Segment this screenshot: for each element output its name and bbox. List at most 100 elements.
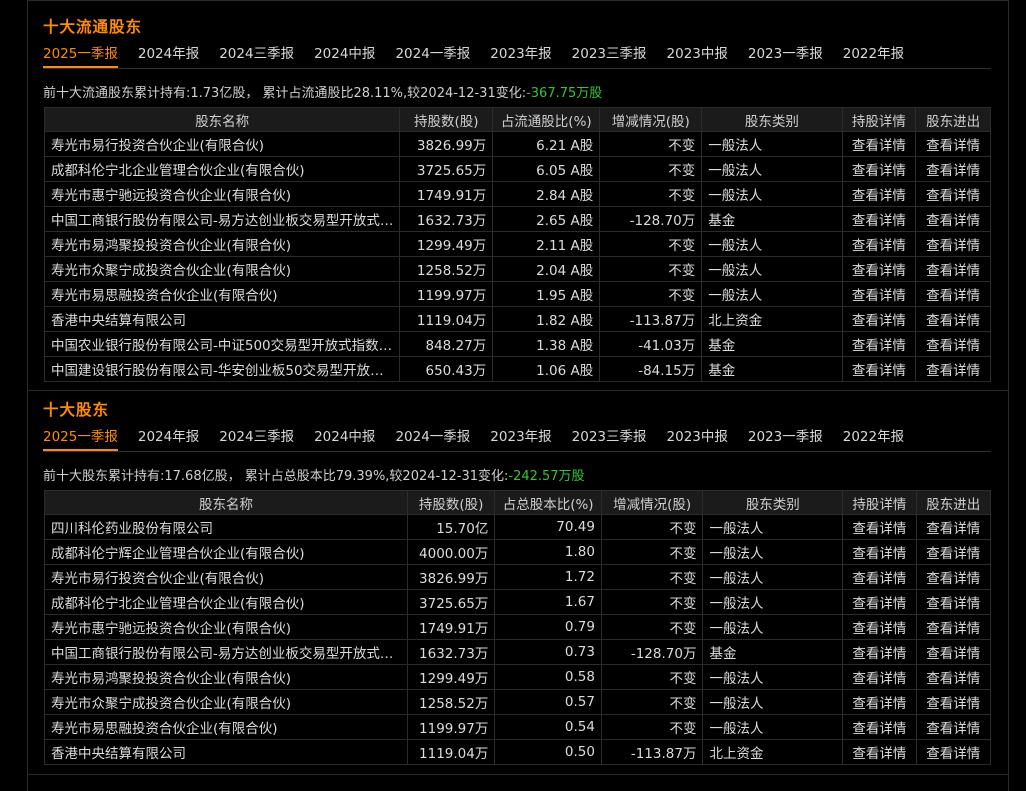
holder-inout-link[interactable]: 查看详情 [915, 206, 991, 232]
holder-inout-link[interactable]: 查看详情 [915, 514, 992, 540]
holder-inout-link[interactable]: 查看详情 [915, 181, 991, 207]
holder-inout-link[interactable]: 查看详情 [915, 306, 991, 332]
section-title: 十大流通股东 [43, 18, 143, 36]
holding-detail-link[interactable]: 查看详情 [842, 614, 917, 640]
holder-inout-link[interactable]: 查看详情 [915, 331, 991, 357]
tab-2024q1[interactable]: 2024一季报 [395, 427, 470, 449]
shares-held: 4000.00万 [406, 539, 496, 565]
holding-detail-link[interactable]: 查看详情 [841, 306, 917, 332]
holder-inout-link[interactable]: 查看详情 [915, 739, 992, 765]
share-change: 不变 [600, 714, 704, 740]
col-header-name[interactable]: 股东名称 [43, 107, 401, 132]
tab-2022-annual[interactable]: 2022年报 [843, 427, 904, 449]
holding-ratio: 2.65 A股 [492, 206, 601, 232]
holder-type: 一般法人 [701, 181, 843, 207]
holder-inout-link[interactable]: 查看详情 [915, 664, 992, 690]
shares-held: 650.43万 [399, 356, 494, 382]
table-row: 成都科伦宁北企业管理合伙企业(有限合伙) 3725.65万 1.67 不变 一般法人 查看… [44, 589, 992, 615]
col-header-type: 股东类别 [702, 490, 844, 515]
holding-detail-link[interactable]: 查看详情 [841, 231, 917, 257]
table-row: 寿光市众聚宁成投资合伙企业(有限合伙) 1258.52万 2.04 A股 不变 一般法人… [43, 256, 991, 282]
col-header-name[interactable]: 股东名称 [44, 490, 408, 515]
holding-detail-link[interactable]: 查看详情 [841, 156, 917, 182]
table-row: 寿光市惠宁驰远投资合伙企业(有限合伙) 1749.91万 2.84 A股 不变 一般法人… [43, 181, 991, 207]
share-change: -41.03万 [599, 331, 703, 357]
holding-detail-link[interactable]: 查看详情 [841, 181, 917, 207]
holding-ratio: 1.38 A股 [492, 331, 601, 357]
holding-detail-link[interactable]: 查看详情 [841, 331, 917, 357]
tab-2024-annual[interactable]: 2024年报 [138, 44, 199, 66]
holder-inout-link[interactable]: 查看详情 [915, 714, 992, 740]
tab-2023-annual[interactable]: 2023年报 [490, 44, 551, 66]
holding-detail-link[interactable]: 查看详情 [841, 356, 917, 382]
tab-2025q1[interactable]: 2025一季报 [43, 44, 118, 68]
holder-inout-link[interactable]: 查看详情 [915, 231, 991, 257]
holder-inout-link[interactable]: 查看详情 [915, 256, 991, 282]
holding-detail-link[interactable]: 查看详情 [841, 131, 917, 157]
holder-inout-link[interactable]: 查看详情 [915, 614, 992, 640]
tab-2023q3[interactable]: 2023三季报 [572, 427, 647, 449]
holder-inout-link[interactable]: 查看详情 [915, 281, 991, 307]
holdings-summary: 前十大股东累计持有:17.68亿股， 累计占总股本比79.39%,较2024-1… [43, 465, 585, 484]
holding-detail-link[interactable]: 查看详情 [842, 689, 917, 715]
tab-2023q3[interactable]: 2023三季报 [572, 44, 647, 66]
holder-inout-link[interactable]: 查看详情 [915, 639, 992, 665]
shares-held: 1632.73万 [399, 206, 494, 232]
shares-held: 1199.97万 [406, 714, 496, 740]
col-header-ratio[interactable]: 占总股本比(%) [494, 490, 602, 515]
tab-2024-interim[interactable]: 2024中报 [314, 427, 375, 449]
holder-inout-link[interactable]: 查看详情 [915, 539, 992, 565]
holder-inout-link[interactable]: 查看详情 [915, 131, 991, 157]
tab-2023-interim[interactable]: 2023中报 [667, 44, 728, 66]
holding-ratio: 0.58 [494, 664, 602, 690]
holding-ratio: 2.04 A股 [492, 256, 601, 282]
holding-detail-link[interactable]: 查看详情 [842, 514, 917, 540]
holding-detail-link[interactable]: 查看详情 [842, 714, 917, 740]
total-holders-table: 股东名称 持股数(股) 占总股本比(%) 增减情况(股) 股东类别 持股详情 股… [44, 490, 992, 765]
tab-2023-interim[interactable]: 2023中报 [667, 427, 728, 449]
holder-name: 中国农业银行股份有限公司-中证500交易型开放式指数证券投资基金 [43, 331, 401, 357]
holder-inout-link[interactable]: 查看详情 [915, 564, 992, 590]
tab-2024-annual[interactable]: 2024年报 [138, 427, 199, 449]
tab-2024-interim[interactable]: 2024中报 [314, 44, 375, 66]
tab-2023q1[interactable]: 2023一季报 [748, 44, 823, 66]
holder-type: 一般法人 [702, 664, 844, 690]
holding-detail-link[interactable]: 查看详情 [842, 639, 917, 665]
col-header-change[interactable]: 增减情况(股) [600, 490, 704, 515]
tab-2024q3[interactable]: 2024三季报 [219, 427, 294, 449]
col-header-ratio[interactable]: 占流通股比(%) [492, 107, 601, 132]
holder-inout-link[interactable]: 查看详情 [915, 356, 991, 382]
holder-type: 一般法人 [702, 714, 844, 740]
col-header-shares[interactable]: 持股数(股) [399, 107, 494, 132]
tab-2025q1[interactable]: 2025一季报 [43, 427, 118, 451]
col-header-shares[interactable]: 持股数(股) [406, 490, 496, 515]
tab-2022-annual[interactable]: 2022年报 [843, 44, 904, 66]
holder-inout-link[interactable]: 查看详情 [915, 156, 991, 182]
section-divider [28, 390, 1008, 391]
holding-detail-link[interactable]: 查看详情 [842, 589, 917, 615]
holding-detail-link[interactable]: 查看详情 [841, 206, 917, 232]
col-header-change[interactable]: 增减情况(股) [599, 107, 703, 132]
holder-inout-link[interactable]: 查看详情 [915, 689, 992, 715]
tab-2024q1[interactable]: 2024一季报 [395, 44, 470, 66]
table-row: 寿光市惠宁驰远投资合伙企业(有限合伙) 1749.91万 0.79 不变 一般法人 查看详… [44, 614, 992, 640]
col-header-type: 股东类别 [701, 107, 843, 132]
holding-detail-link[interactable]: 查看详情 [841, 256, 917, 282]
holding-detail-link[interactable]: 查看详情 [842, 564, 917, 590]
holding-detail-link[interactable]: 查看详情 [841, 281, 917, 307]
holding-detail-link[interactable]: 查看详情 [842, 664, 917, 690]
shares-held: 1119.04万 [406, 739, 496, 765]
holding-detail-link[interactable]: 查看详情 [842, 539, 917, 565]
tab-2023q1[interactable]: 2023一季报 [748, 427, 823, 449]
holder-name: 寿光市易思融投资合伙企业(有限合伙) [44, 714, 408, 740]
tab-2024q3[interactable]: 2024三季报 [219, 44, 294, 66]
holder-type: 一般法人 [701, 131, 843, 157]
holding-detail-link[interactable]: 查看详情 [842, 739, 917, 765]
table-row: 香港中央结算有限公司 1119.04万 1.82 A股 -113.87万 北上资金 查看详… [43, 306, 991, 332]
share-change: 不变 [599, 231, 703, 257]
tab-2023-annual[interactable]: 2023年报 [490, 427, 551, 449]
table-row: 寿光市易行投资合伙企业(有限合伙) 3826.99万 6.21 A股 不变 一般法人 查看… [43, 131, 991, 157]
shareholders-panel: 十大流通股东 2025一季报 2024年报 2024三季报 2024中报 2024一季报… [27, 0, 1009, 791]
holder-inout-link[interactable]: 查看详情 [915, 589, 992, 615]
share-change: 不变 [600, 539, 704, 565]
